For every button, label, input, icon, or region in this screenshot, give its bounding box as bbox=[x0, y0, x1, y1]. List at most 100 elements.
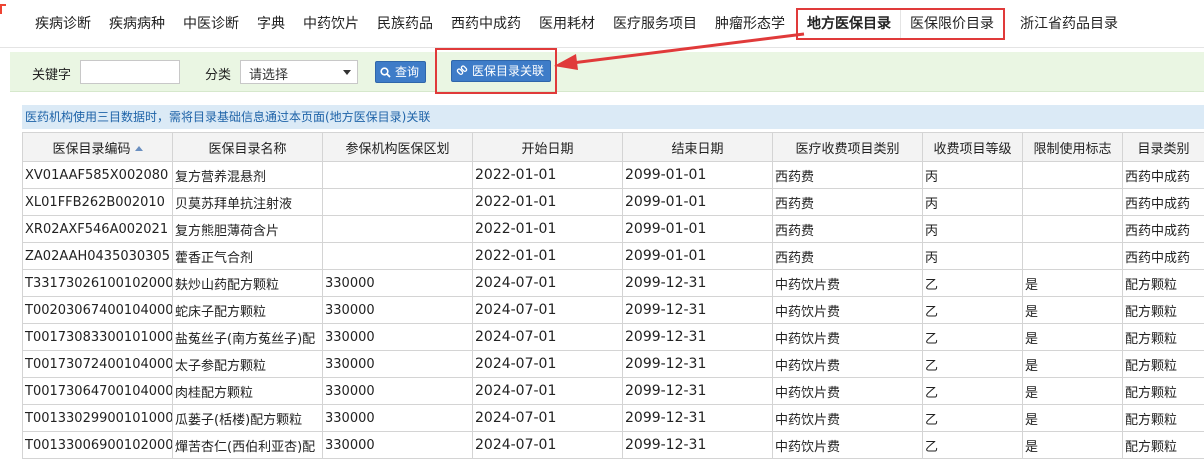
cell-name: 太子参配方颗粒 bbox=[172, 350, 323, 378]
cell-restriction: 是 bbox=[1022, 404, 1123, 432]
cell-name: 复方熊胆薄荷含片 bbox=[172, 215, 323, 243]
cell-code: ZA02AAH0435030305 bbox=[22, 242, 173, 270]
cell-fee-category: 中药饮片费 bbox=[772, 404, 923, 432]
cell-name: 麸炒山药配方颗粒 bbox=[172, 269, 323, 297]
category-label: 分类 bbox=[205, 68, 232, 83]
table-row[interactable]: T00133006900102000 燀苦杏仁(西伯利亚杏)配 330000 2024… bbox=[22, 431, 1204, 459]
col-header-code[interactable]: 医保目录编码 bbox=[22, 132, 173, 162]
cell-region: 330000 bbox=[322, 404, 473, 432]
cell-restriction bbox=[1022, 188, 1123, 216]
table-row[interactable]: T00173072400104000 太子参配方颗粒 330000 2024-07-0… bbox=[22, 350, 1204, 378]
cell-code: T00173064700104000 bbox=[22, 377, 173, 405]
table-row[interactable]: XV01AAF585X002080 复方营养混悬剂 2022-01-01 2099-0… bbox=[22, 161, 1204, 189]
category-selected-value: 请选择 bbox=[249, 68, 289, 83]
cell-code: T00173083300101000 bbox=[22, 323, 173, 351]
cell-name: 贝莫苏拜单抗注射液 bbox=[172, 188, 323, 216]
col-header-end-date[interactable]: 结束日期 bbox=[622, 132, 773, 162]
cell-end-date: 2099-12-31 bbox=[622, 404, 773, 432]
table-header-row: 医保目录编码 医保目录名称 参保机构医保区划 开始日期 结束日期 医疗收费项目类… bbox=[22, 132, 1204, 162]
cell-catalog-type: 西药中成药 bbox=[1122, 188, 1204, 216]
tab-ethnic-drugs[interactable]: 民族药品 bbox=[368, 8, 442, 40]
col-header-region[interactable]: 参保机构医保区划 bbox=[322, 132, 473, 162]
cell-fee-level: 丙 bbox=[922, 188, 1023, 216]
cell-name: 燀苦杏仁(西伯利亚杏)配 bbox=[172, 431, 323, 459]
tab-price-limit-catalog[interactable]: 医保限价目录 bbox=[901, 10, 1003, 38]
cell-start-date: 2024-07-01 bbox=[472, 296, 623, 324]
cell-start-date: 2022-01-01 bbox=[472, 188, 623, 216]
cell-fee-category: 中药饮片费 bbox=[772, 323, 923, 351]
cell-fee-category: 中药饮片费 bbox=[772, 377, 923, 405]
info-notice: 医药机构使用三目数据时，需将目录基础信息通过本页面(地方医保目录)关联 bbox=[22, 105, 1204, 129]
search-button[interactable]: 查询 bbox=[375, 61, 427, 83]
cell-fee-level: 乙 bbox=[922, 404, 1023, 432]
cell-code: T00133029900101000 bbox=[22, 404, 173, 432]
cell-end-date: 2099-12-31 bbox=[622, 323, 773, 351]
cell-restriction: 是 bbox=[1022, 350, 1123, 378]
cell-restriction: 是 bbox=[1022, 296, 1123, 324]
cell-catalog-type: 配方颗粒 bbox=[1122, 404, 1204, 432]
tab-disease-type[interactable]: 疾病病种 bbox=[100, 8, 174, 40]
col-header-name[interactable]: 医保目录名称 bbox=[172, 132, 323, 162]
tab-local-insurance-catalog[interactable]: 地方医保目录 bbox=[798, 10, 900, 38]
cell-catalog-type: 配方颗粒 bbox=[1122, 323, 1204, 351]
table-row[interactable]: XR02AXF546A002021 复方熊胆薄荷含片 2022-01-01 2099-… bbox=[22, 215, 1204, 243]
cell-name: 盐菟丝子(南方菟丝子)配 bbox=[172, 323, 323, 351]
col-header-fee-category[interactable]: 医疗收费项目类别 bbox=[772, 132, 923, 162]
cell-start-date: 2024-07-01 bbox=[472, 431, 623, 459]
cell-catalog-type: 西药中成药 bbox=[1122, 215, 1204, 243]
cell-start-date: 2024-07-01 bbox=[472, 404, 623, 432]
tab-western-drugs[interactable]: 西药中成药 bbox=[442, 8, 530, 40]
table-row[interactable]: ZA02AAH0435030305 藿香正气合剂 2022-01-01 2099-01… bbox=[22, 242, 1204, 270]
cell-name: 复方营养混悬剂 bbox=[172, 161, 323, 189]
cell-fee-level: 乙 bbox=[922, 269, 1023, 297]
sort-asc-icon[interactable] bbox=[134, 145, 143, 151]
tab-dictionary[interactable]: 字典 bbox=[248, 8, 294, 40]
cell-restriction bbox=[1022, 161, 1123, 189]
cell-catalog-type: 配方颗粒 bbox=[1122, 350, 1204, 378]
search-button-label: 查询 bbox=[395, 65, 420, 79]
table-row[interactable]: T00133029900101000 瓜蒌子(栝楼)配方颗粒 330000 2024-… bbox=[22, 404, 1204, 432]
cell-region bbox=[322, 242, 473, 270]
col-header-restriction[interactable]: 限制使用标志 bbox=[1022, 132, 1123, 162]
tab-zhejiang-drug-catalog[interactable]: 浙江省药品目录 bbox=[1011, 8, 1127, 40]
table-row[interactable]: T00173064700104000 肉桂配方颗粒 330000 2024-07-01… bbox=[22, 377, 1204, 405]
cell-catalog-type: 西药中成药 bbox=[1122, 242, 1204, 270]
col-header-catalog-type[interactable]: 目录类别 bbox=[1122, 132, 1204, 162]
cell-code: T00203067400104000 bbox=[22, 296, 173, 324]
red-arrow-icon bbox=[554, 32, 805, 70]
cell-region bbox=[322, 161, 473, 189]
cell-end-date: 2099-12-31 bbox=[622, 296, 773, 324]
highlight-box-link-button: 医保目录关联 bbox=[435, 48, 557, 94]
cell-end-date: 2099-01-01 bbox=[622, 161, 773, 189]
cell-fee-category: 西药费 bbox=[772, 188, 923, 216]
category-select[interactable]: 请选择 bbox=[240, 60, 358, 84]
cell-region bbox=[322, 188, 473, 216]
cell-restriction bbox=[1022, 215, 1123, 243]
table-body: XV01AAF585X002080 复方营养混悬剂 2022-01-01 2099-0… bbox=[22, 161, 1204, 459]
keyword-label: 关键字 bbox=[32, 68, 72, 83]
catalog-link-button[interactable]: 医保目录关联 bbox=[451, 60, 552, 82]
table-row[interactable]: T00203067400104000 蛇床子配方颗粒 330000 2024-07-0… bbox=[22, 296, 1204, 324]
col-header-start-date[interactable]: 开始日期 bbox=[472, 132, 623, 162]
cell-name: 肉桂配方颗粒 bbox=[172, 377, 323, 405]
cell-region: 330000 bbox=[322, 350, 473, 378]
cell-fee-level: 丙 bbox=[922, 161, 1023, 189]
cell-catalog-type: 配方颗粒 bbox=[1122, 431, 1204, 459]
cell-catalog-type: 配方颗粒 bbox=[1122, 377, 1204, 405]
table-row[interactable]: T33173026100102000 麸炒山药配方颗粒 330000 2024-07-… bbox=[22, 269, 1204, 297]
cell-fee-category: 西药费 bbox=[772, 242, 923, 270]
col-header-fee-level[interactable]: 收费项目等级 bbox=[922, 132, 1023, 162]
cell-end-date: 2099-12-31 bbox=[622, 377, 773, 405]
tab-tcm-diagnosis[interactable]: 中医诊断 bbox=[174, 8, 248, 40]
cell-fee-level: 乙 bbox=[922, 350, 1023, 378]
cell-start-date: 2024-07-01 bbox=[472, 377, 623, 405]
tab-herbal-pieces[interactable]: 中药饮片 bbox=[294, 8, 368, 40]
cell-end-date: 2099-01-01 bbox=[622, 242, 773, 270]
table-row[interactable]: T00173083300101000 盐菟丝子(南方菟丝子)配 330000 2024… bbox=[22, 323, 1204, 351]
keyword-input[interactable] bbox=[80, 60, 180, 84]
cell-code: XR02AXF546A002021 bbox=[22, 215, 173, 243]
cell-start-date: 2024-07-01 bbox=[472, 350, 623, 378]
tab-disease-diagnosis[interactable]: 疾病诊断 bbox=[26, 8, 100, 40]
cell-fee-level: 乙 bbox=[922, 323, 1023, 351]
table-row[interactable]: XL01FFB262B002010 贝莫苏拜单抗注射液 2022-01-01 2099… bbox=[22, 188, 1204, 216]
